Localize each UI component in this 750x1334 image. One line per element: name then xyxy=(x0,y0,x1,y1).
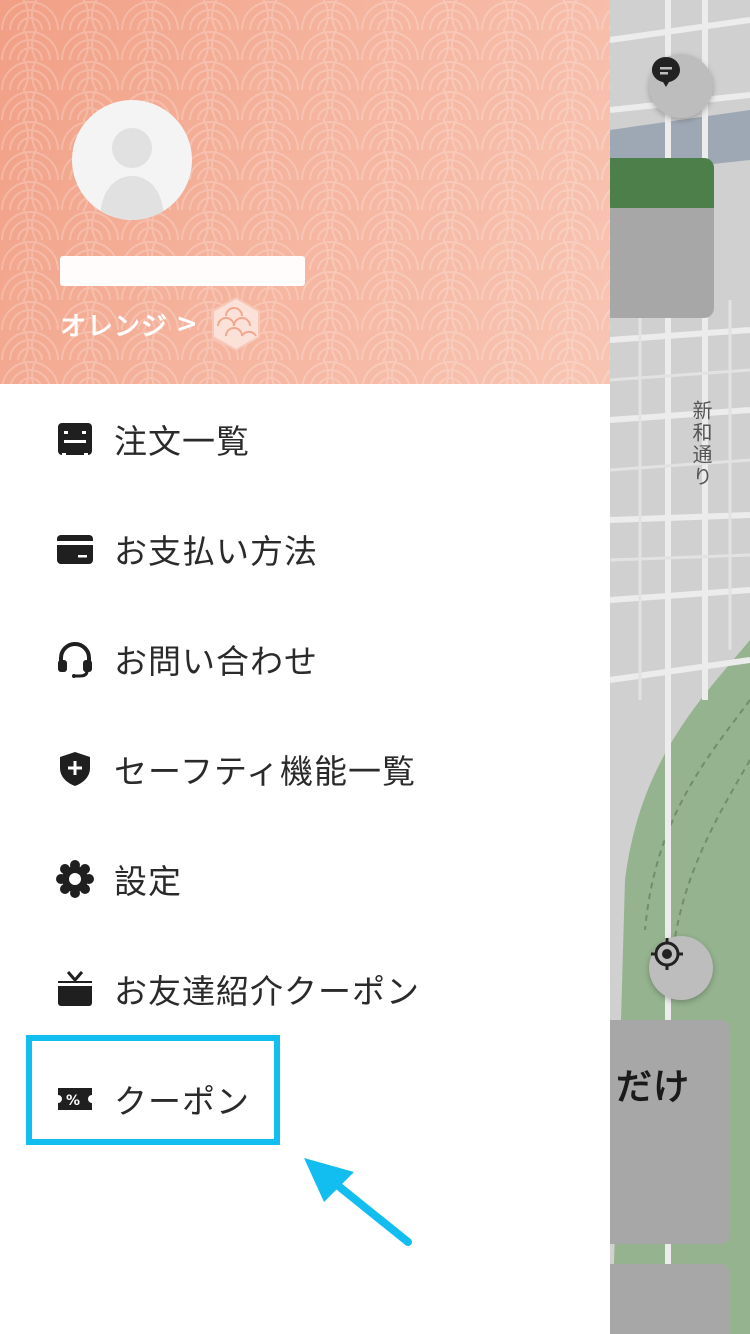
chat-bubble-icon xyxy=(652,57,680,87)
wallet-icon xyxy=(57,535,93,564)
shield-plus-icon xyxy=(60,752,90,786)
menu-item-referral-coupon[interactable]: お友達紹介クーポン xyxy=(0,934,610,1044)
menu-label: お問い合わせ xyxy=(114,642,318,681)
highlight-box xyxy=(26,1035,280,1145)
menu-label: 注文一覧 xyxy=(114,422,250,461)
gear-icon xyxy=(56,860,94,898)
street-label: 新和通り xyxy=(689,400,713,488)
headset-icon xyxy=(58,642,92,678)
menu-label: お支払い方法 xyxy=(114,532,318,571)
rank-link[interactable]: オレンジ > xyxy=(60,296,264,352)
gift-icon xyxy=(58,971,92,1006)
rank-label: オレンジ xyxy=(60,311,169,342)
crosshair-icon xyxy=(651,938,683,970)
locate-button[interactable] xyxy=(649,936,713,1000)
menu-item-safety[interactable]: セーフティ機能一覧 xyxy=(0,714,610,824)
menu-item-settings[interactable]: 設定 xyxy=(0,824,610,934)
user-name-redacted xyxy=(60,256,305,286)
map-chat-button[interactable] xyxy=(649,54,713,118)
menu-label: お友達紹介クーポン xyxy=(114,972,420,1011)
receipt-icon xyxy=(58,423,92,455)
menu-item-orders[interactable]: 注文一覧 xyxy=(0,384,610,494)
menu-label: セーフティ機能一覧 xyxy=(114,752,417,791)
hexagon-wave-badge-icon xyxy=(211,296,260,352)
pointer-arrow-icon xyxy=(304,1158,412,1246)
avatar[interactable] xyxy=(72,100,192,220)
menu-item-payment[interactable]: お支払い方法 xyxy=(0,494,610,604)
menu-label: 設定 xyxy=(114,862,182,901)
user-silhouette-icon xyxy=(100,128,164,220)
menu-item-contact[interactable]: お問い合わせ xyxy=(0,604,610,714)
drawer-header: オレンジ > xyxy=(0,0,610,384)
rank-chevron: > xyxy=(176,309,198,339)
